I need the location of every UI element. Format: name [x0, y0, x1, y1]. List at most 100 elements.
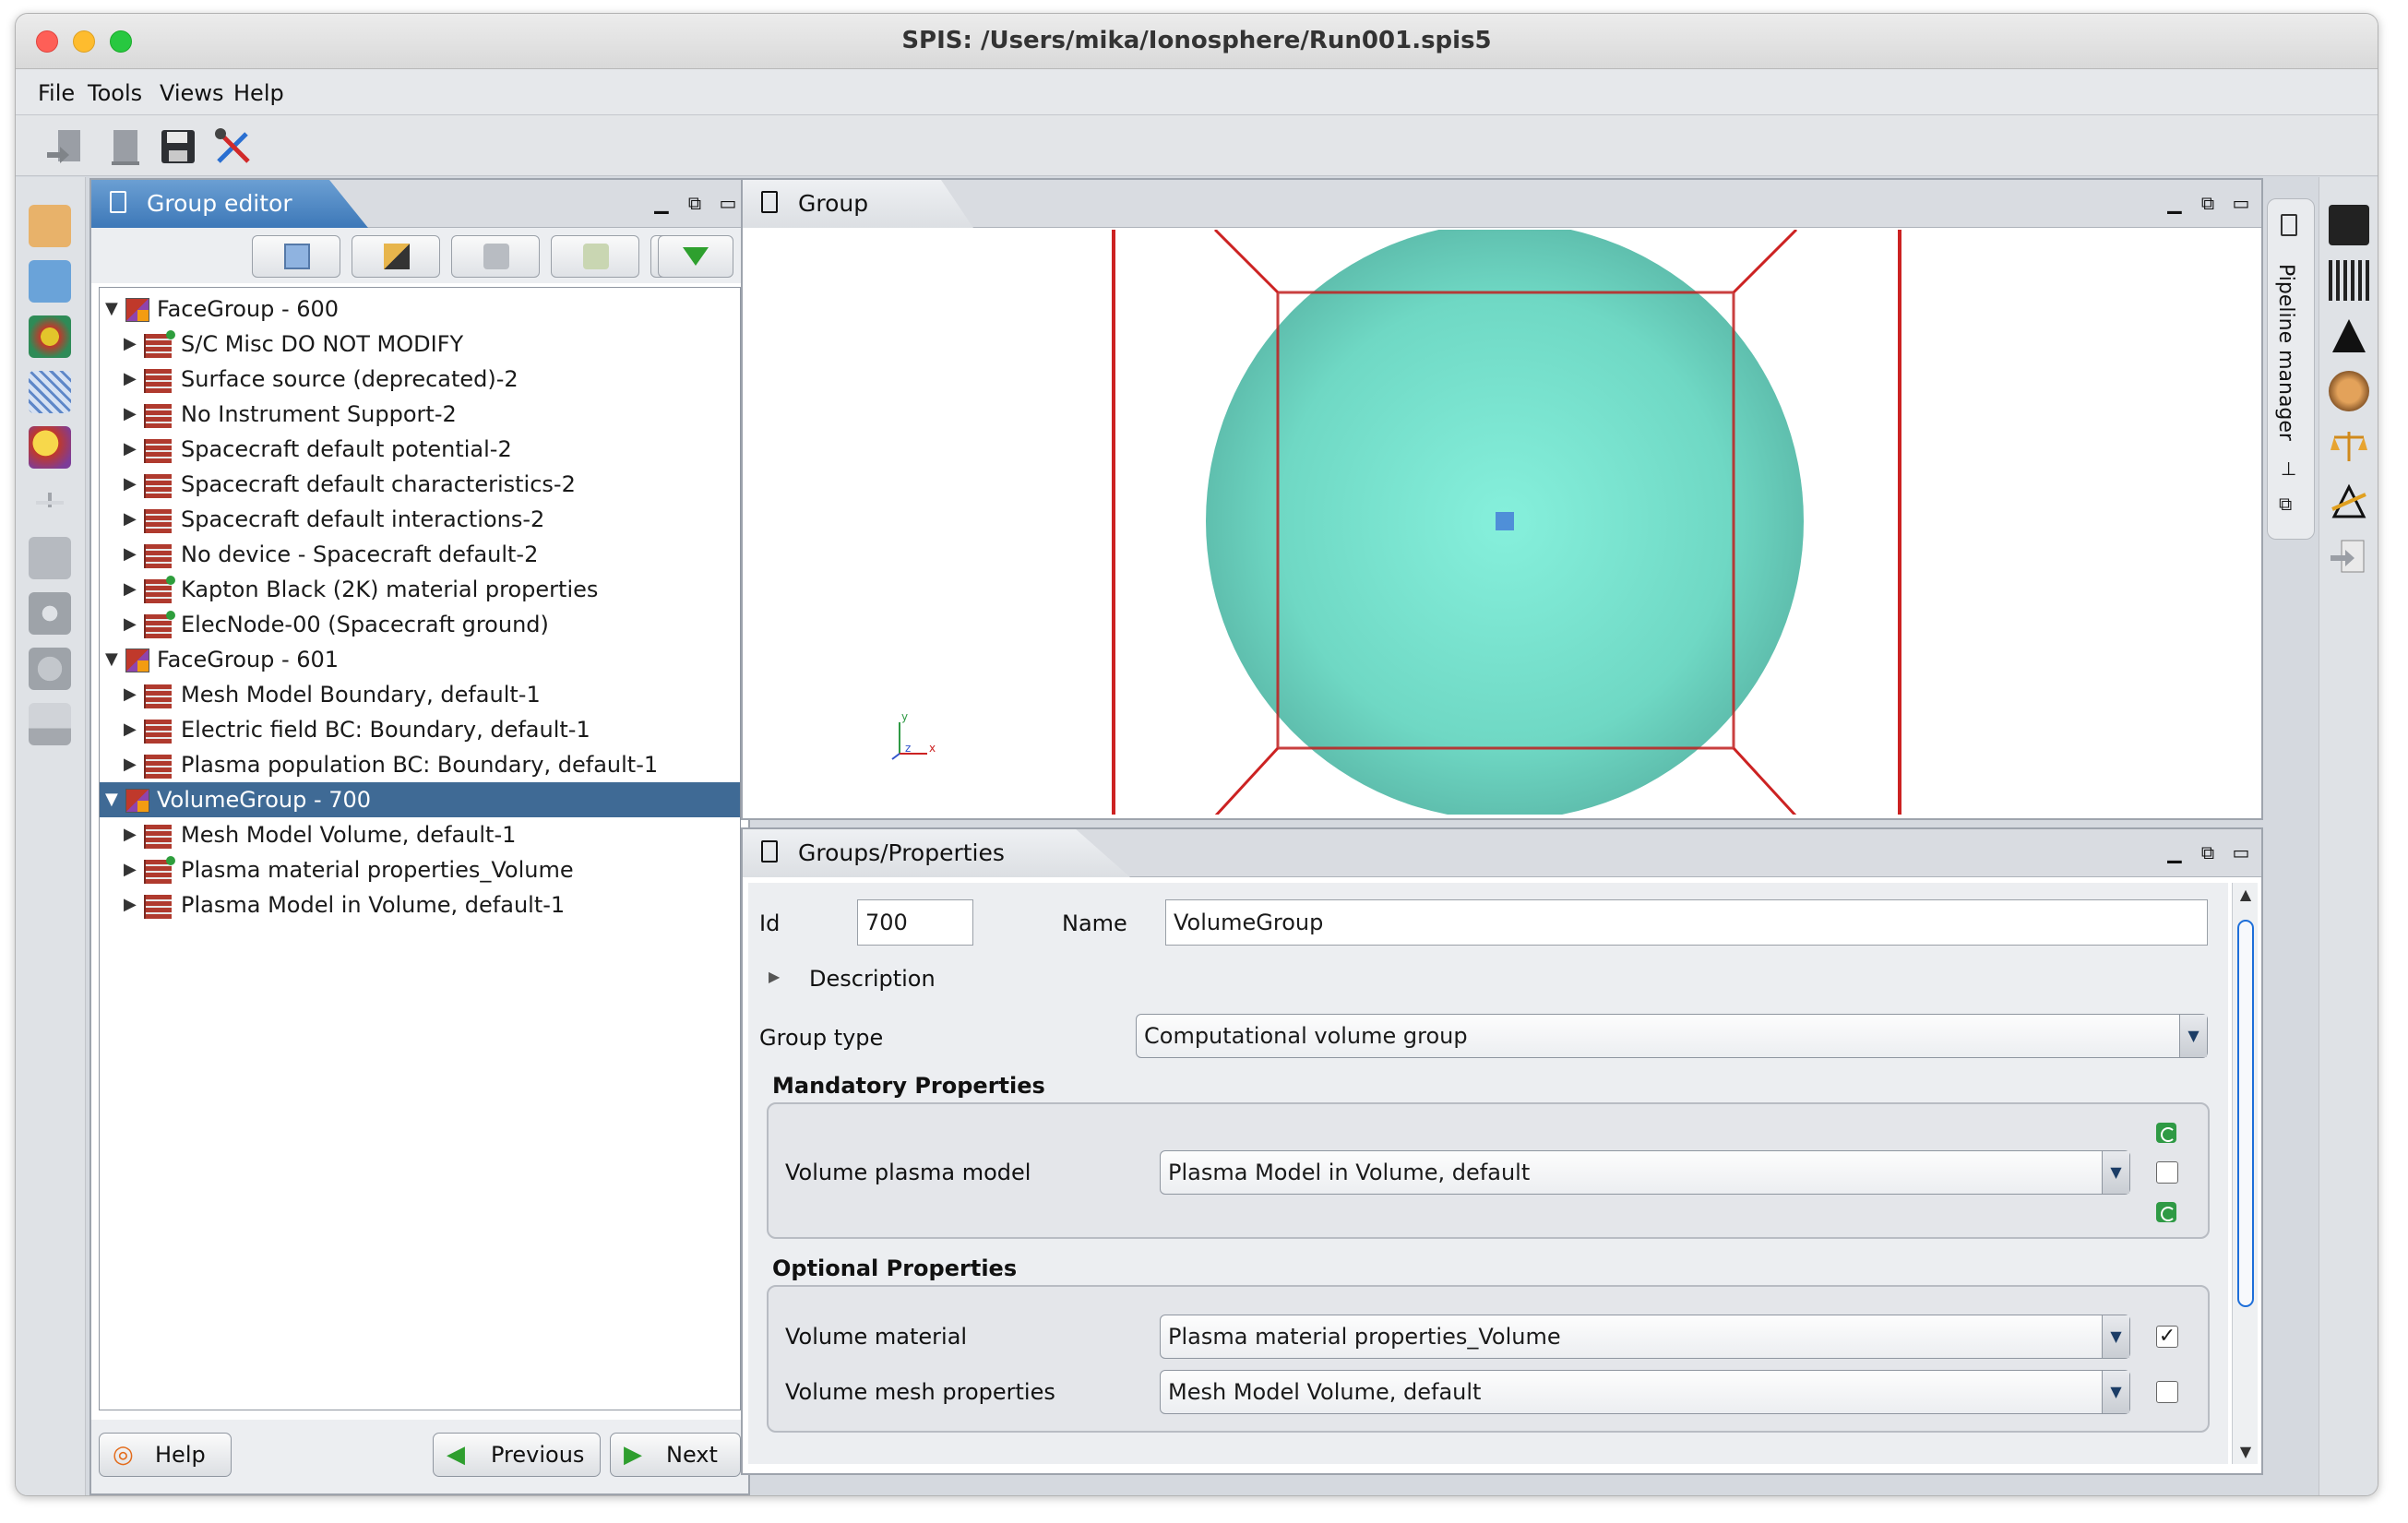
expand-arrow-icon[interactable]: ▶: [124, 432, 137, 467]
import-group-button[interactable]: [551, 235, 639, 278]
volume-material-checkbox[interactable]: ✓: [2156, 1326, 2178, 1348]
tree-property-node[interactable]: ▶ Spacecraft default interactions-2: [100, 502, 740, 537]
reload-icon[interactable]: [2156, 1202, 2176, 1222]
portrait-icon[interactable]: [2329, 371, 2369, 411]
mesh-icon[interactable]: [29, 371, 71, 413]
chevron-down-icon[interactable]: ▼: [2179, 1015, 2207, 1057]
expand-arrow-icon[interactable]: ▶: [124, 572, 137, 607]
tree-property-node[interactable]: ▶ Surface source (deprecated)-2: [100, 362, 740, 397]
reload-icon[interactable]: [2156, 1123, 2176, 1143]
expand-arrow-icon[interactable]: ▶: [124, 607, 137, 642]
name-field[interactable]: VolumeGroup: [1165, 899, 2208, 946]
groups-icon[interactable]: [29, 426, 71, 469]
tools-icon[interactable]: [211, 125, 256, 169]
menu-help[interactable]: Help: [233, 80, 284, 106]
3d-viewport[interactable]: y z x: [746, 230, 2258, 815]
expand-arrow-icon[interactable]: ▶: [124, 712, 137, 747]
collapse-arrow-icon[interactable]: ▼: [105, 782, 118, 817]
description-toggle[interactable]: Description: [809, 966, 936, 992]
vertical-scrollbar[interactable]: ▲ ▼: [2232, 883, 2258, 1464]
collapse-arrow-icon[interactable]: ▼: [105, 642, 118, 677]
volume-material-select[interactable]: Plasma material properties_Volume ▼: [1160, 1315, 2130, 1359]
detach-panel-icon[interactable]: ⧉: [2197, 193, 2219, 215]
tree-property-node[interactable]: ▶ Plasma material properties_Volume: [100, 852, 740, 887]
balance-icon[interactable]: [2329, 426, 2369, 467]
chevron-down-icon[interactable]: ▼: [2102, 1371, 2129, 1413]
detach-panel-icon[interactable]: ⧉: [684, 193, 706, 215]
restore-icon[interactable]: ⧉: [2279, 493, 2292, 515]
menu-views[interactable]: Views: [160, 80, 223, 106]
menu-file[interactable]: File: [38, 80, 75, 106]
tree-property-node[interactable]: ▶ Mesh Model Volume, default-1: [100, 817, 740, 852]
minimize-panel-icon[interactable]: ▁: [2164, 842, 2186, 864]
group-type-select[interactable]: Computational volume group ▼: [1136, 1014, 2208, 1058]
maximize-panel-icon[interactable]: ▭: [717, 193, 739, 215]
exit-icon[interactable]: [2329, 537, 2369, 577]
tree-property-node[interactable]: ▶ Plasma population BC: Boundary, default…: [100, 747, 740, 782]
tree-property-node[interactable]: ▶ Mesh Model Boundary, default-1: [100, 677, 740, 712]
expand-arrow-icon[interactable]: ▶: [769, 968, 780, 985]
scene-render[interactable]: y z x: [746, 230, 2258, 815]
expand-arrow-icon[interactable]: ▶: [124, 502, 137, 537]
compass-icon[interactable]: [2329, 482, 2369, 522]
tree-group-node[interactable]: ▼ FaceGroup - 600: [100, 292, 740, 327]
model-icon[interactable]: [29, 537, 71, 579]
tree-property-node[interactable]: ▶ Electric field BC: Boundary, default-1: [100, 712, 740, 747]
scroll-up-icon[interactable]: ▲: [2233, 883, 2259, 907]
settings-gear-icon[interactable]: [29, 592, 71, 635]
expand-arrow-icon[interactable]: ▶: [124, 747, 137, 782]
pipeline-manager-tab[interactable]: Pipeline manager ⊥ ⧉: [2267, 198, 2315, 540]
tree-property-node[interactable]: ▶ ElecNode-00 (Spacecraft ground): [100, 607, 740, 642]
geometry-icon[interactable]: [29, 315, 71, 358]
volume-mesh-checkbox[interactable]: [2156, 1381, 2178, 1403]
tree-property-node[interactable]: ▶ S/C Misc DO NOT MODIFY: [100, 327, 740, 362]
volume-plasma-model-select[interactable]: Plasma Model in Volume, default ▼: [1160, 1150, 2130, 1195]
tree-property-node[interactable]: ▶ No Instrument Support-2: [100, 397, 740, 432]
cad-tools-icon[interactable]: [29, 260, 71, 303]
collapse-arrow-icon[interactable]: ▼: [105, 292, 118, 327]
expand-arrow-icon[interactable]: ▶: [124, 327, 137, 362]
chevron-down-icon[interactable]: ▼: [2102, 1151, 2129, 1194]
detach-panel-icon[interactable]: ⧉: [2197, 842, 2219, 864]
tree-property-node[interactable]: ▶ No device - Spacecraft default-2: [100, 537, 740, 572]
maximize-panel-icon[interactable]: ▭: [2230, 193, 2252, 215]
database-icon[interactable]: [29, 648, 71, 690]
tree-property-node[interactable]: ▶ Spacecraft default characteristics-2: [100, 467, 740, 502]
delete-group-button[interactable]: [451, 235, 540, 278]
expand-arrow-icon[interactable]: ▶: [124, 677, 137, 712]
open-group-button[interactable]: [252, 235, 340, 278]
volume-plasma-model-checkbox[interactable]: [2156, 1161, 2178, 1184]
ground-icon[interactable]: [29, 482, 71, 524]
scroll-thumb[interactable]: [2237, 920, 2254, 1307]
save-icon[interactable]: [156, 125, 200, 169]
pin-icon[interactable]: ⊥: [2281, 458, 2296, 480]
expand-arrow-icon[interactable]: ▶: [124, 887, 137, 922]
group-tree[interactable]: ▼ FaceGroup - 600 ▶ S/C Misc DO NOT MODIFY ▶…: [99, 287, 741, 1410]
next-button[interactable]: ▶ Next: [610, 1433, 741, 1477]
expand-arrow-icon[interactable]: ▶: [124, 817, 137, 852]
export-icon[interactable]: [104, 125, 149, 169]
help-button[interactable]: ◎ Help: [99, 1433, 232, 1477]
jython-icon[interactable]: [2329, 260, 2369, 301]
properties-editor-tab[interactable]: Groups/Properties editor: [743, 829, 1130, 877]
minimize-panel-icon[interactable]: ▁: [2164, 193, 2186, 215]
maximize-panel-icon[interactable]: ▭: [2230, 842, 2252, 864]
expand-arrow-icon[interactable]: ▶: [124, 537, 137, 572]
tree-group-node[interactable]: ▼ FaceGroup - 601: [100, 642, 740, 677]
previous-button[interactable]: ◀ Previous: [433, 1433, 601, 1477]
expand-arrow-icon[interactable]: ▶: [124, 362, 137, 397]
terminal-icon[interactable]: [2329, 205, 2369, 245]
volume-mesh-properties-select[interactable]: Mesh Model Volume, default ▼: [1160, 1370, 2130, 1414]
minimize-panel-icon[interactable]: ▁: [650, 193, 673, 215]
chart-icon[interactable]: [29, 703, 71, 745]
expand-arrow-icon[interactable]: ▶: [124, 852, 137, 887]
group-editor-tab[interactable]: Group editor: [91, 180, 368, 228]
home-icon[interactable]: [29, 205, 71, 247]
expand-arrow-icon[interactable]: ▶: [124, 467, 137, 502]
group-viewer-tab[interactable]: Group viewer: [743, 180, 973, 228]
triangle-icon[interactable]: [2329, 315, 2369, 356]
tree-property-node[interactable]: ▶ Kapton Black (2K) material properties: [100, 572, 740, 607]
chevron-down-icon[interactable]: ▼: [2102, 1315, 2129, 1358]
tree-property-node[interactable]: ▶ Plasma Model in Volume, default-1: [100, 887, 740, 922]
scroll-down-icon[interactable]: ▼: [2233, 1440, 2259, 1464]
